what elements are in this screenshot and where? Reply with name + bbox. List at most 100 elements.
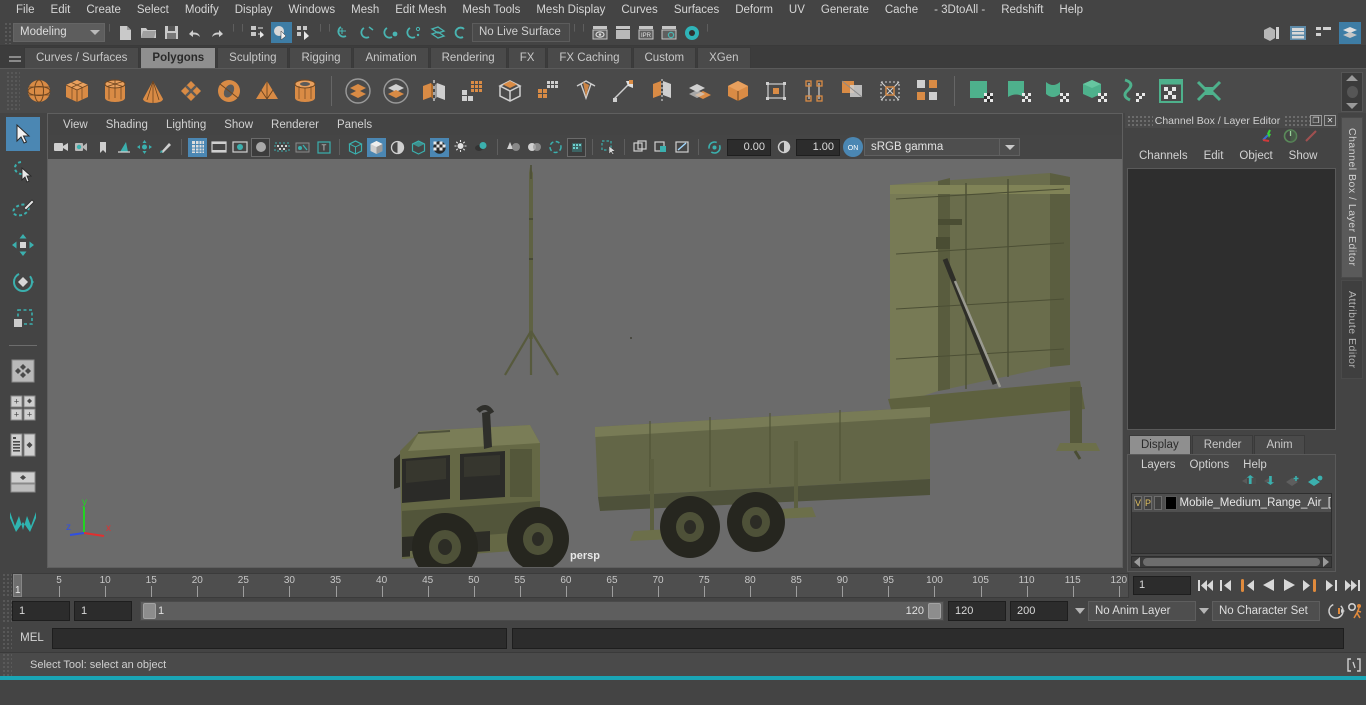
- 2d-pan-zoom-icon[interactable]: [135, 138, 154, 157]
- help-line-grip[interactable]: [2, 652, 12, 677]
- time-slider-grip[interactable]: [2, 573, 12, 597]
- layer-row[interactable]: V P Mobile_Medium_Range_Air_[: [1132, 494, 1331, 512]
- panel-grip[interactable]: [1127, 114, 1153, 127]
- scroll-up-icon[interactable]: [1346, 75, 1358, 81]
- shelf-tab-rigging[interactable]: Rigging: [289, 47, 353, 68]
- poly-sphere-icon[interactable]: [21, 73, 57, 109]
- current-frame-field[interactable]: 1: [1133, 575, 1191, 595]
- side-tab-channel-box-layer-editor[interactable]: Channel Box / Layer Editor: [1341, 117, 1363, 278]
- move-layer-up-icon[interactable]: [1241, 475, 1257, 490]
- move-layer-down-icon[interactable]: [1263, 475, 1279, 490]
- shelf-tab-rendering[interactable]: Rendering: [429, 47, 507, 68]
- poly-merge-icon[interactable]: [834, 73, 870, 109]
- uv-checker-icon[interactable]: [910, 73, 946, 109]
- xray-active-components-icon[interactable]: [631, 138, 650, 157]
- select-by-component-icon[interactable]: [294, 22, 315, 43]
- status-line-grip[interactable]: [4, 21, 13, 44]
- menu-set-selector[interactable]: Modeling: [13, 23, 105, 42]
- poly-plane-icon[interactable]: [173, 73, 209, 109]
- layer-tab-anim[interactable]: Anim: [1254, 435, 1305, 454]
- camera-attributes-icon[interactable]: [72, 138, 91, 157]
- channel-box-menu-channels[interactable]: Channels: [1131, 150, 1196, 162]
- step-forward-frame-icon[interactable]: [1300, 575, 1320, 595]
- shelf-tab-xgen[interactable]: XGen: [697, 47, 751, 68]
- panel-grip-right[interactable]: [1284, 114, 1310, 127]
- color-management-toggle-icon[interactable]: ON: [843, 137, 863, 157]
- menu-select[interactable]: Select: [129, 0, 177, 20]
- anim-end-field[interactable]: 200: [1010, 601, 1068, 621]
- channel-box-icon[interactable]: [1339, 22, 1361, 44]
- grease-pencil-icon[interactable]: [156, 138, 175, 157]
- menu-deform[interactable]: Deform: [727, 0, 781, 20]
- bookmark-icon[interactable]: [93, 138, 112, 157]
- range-bar[interactable]: 1 120: [140, 601, 944, 621]
- combine-icon[interactable]: [340, 73, 376, 109]
- sidebar-layout-icon[interactable]: [1261, 22, 1283, 44]
- shelf-tab-curves-surfaces[interactable]: Curves / Surfaces: [24, 47, 140, 68]
- shelf-grip[interactable]: [6, 71, 20, 111]
- close-icon[interactable]: ✕: [1324, 115, 1336, 126]
- shadows-icon[interactable]: [472, 138, 491, 157]
- select-by-hierarchy-icon[interactable]: [248, 22, 269, 43]
- snap-to-projected-center-icon[interactable]: [404, 22, 425, 43]
- panel-menu-shading[interactable]: Shading: [97, 115, 157, 135]
- menu-cache[interactable]: Cache: [877, 0, 926, 20]
- modeling-toolkit-icon[interactable]: [1303, 128, 1320, 147]
- channel-box-menu-object[interactable]: Object: [1231, 150, 1280, 162]
- scroll-down-icon[interactable]: [1346, 103, 1358, 109]
- scroll-thumb[interactable]: [1346, 86, 1358, 98]
- channel-box-menu-show[interactable]: Show: [1281, 150, 1326, 162]
- layer-visibility-toggle[interactable]: V: [1134, 496, 1143, 510]
- menu-modify[interactable]: Modify: [177, 0, 227, 20]
- use-all-lights-icon[interactable]: [451, 138, 470, 157]
- poly-pyramid-icon[interactable]: [249, 73, 285, 109]
- layer-list[interactable]: V P Mobile_Medium_Range_Air_[: [1131, 493, 1332, 554]
- anim-layer-field[interactable]: No Anim Layer: [1088, 601, 1196, 621]
- resolution-gate-icon[interactable]: [230, 138, 249, 157]
- mirror-geometry-icon[interactable]: [416, 73, 452, 109]
- uv-cylindrical-icon[interactable]: [1001, 73, 1037, 109]
- script-editor-icon[interactable]: [1345, 656, 1363, 674]
- scroll-right-icon[interactable]: [1323, 557, 1329, 567]
- open-scene-icon[interactable]: [138, 22, 159, 43]
- layout-quad-view[interactable]: [6, 428, 40, 462]
- menu-generate[interactable]: Generate: [813, 0, 877, 20]
- current-time-indicator[interactable]: 1: [13, 573, 22, 597]
- restore-icon[interactable]: ❐: [1310, 115, 1322, 126]
- film-origin-icon[interactable]: [272, 138, 291, 157]
- poly-pipe-icon[interactable]: [287, 73, 323, 109]
- scale-tool[interactable]: [6, 302, 40, 336]
- xray-icon[interactable]: [599, 138, 618, 157]
- time-slider[interactable]: 1 5 10 15 20 25 30 35 40 45 50 55 60 65 70 75 80 85 90 95 1…: [12, 572, 1129, 598]
- extrude-icon[interactable]: [530, 73, 566, 109]
- append-polygon-icon[interactable]: [796, 73, 832, 109]
- smooth-shade-icon[interactable]: [367, 137, 386, 157]
- menu-3dtoall[interactable]: - 3DtoAll -: [926, 0, 993, 20]
- panel-menu-view[interactable]: View: [54, 115, 97, 135]
- layer-horizontal-scrollbar[interactable]: [1131, 556, 1332, 568]
- last-tool-used[interactable]: [6, 354, 40, 388]
- layer-color-swatch[interactable]: [1164, 496, 1177, 510]
- character-set-field[interactable]: No Character Set: [1212, 601, 1320, 621]
- rotate-tool[interactable]: [6, 265, 40, 299]
- bridge-icon[interactable]: [758, 73, 794, 109]
- gpu-override-icon[interactable]: [673, 138, 692, 157]
- step-forward-keyframe-icon[interactable]: [1321, 575, 1341, 595]
- play-forwards-icon[interactable]: [1279, 575, 1299, 595]
- menu-curves[interactable]: Curves: [613, 0, 665, 20]
- gate-mask-icon[interactable]: [251, 137, 270, 157]
- scroll-left-icon[interactable]: [1134, 557, 1140, 567]
- layer-playback-toggle[interactable]: P: [1144, 496, 1153, 510]
- range-end-field[interactable]: 120: [948, 601, 1006, 621]
- textured-icon[interactable]: [409, 138, 428, 157]
- go-to-end-icon[interactable]: [1342, 575, 1362, 595]
- use-default-lighting-icon[interactable]: [430, 137, 449, 157]
- layer-tab-render[interactable]: Render: [1191, 435, 1254, 454]
- anim-start-field[interactable]: 1: [12, 601, 70, 621]
- layer-menu-layers[interactable]: Layers: [1134, 459, 1183, 471]
- uv-planar-icon[interactable]: [963, 73, 999, 109]
- uv-unfold-icon[interactable]: [1115, 73, 1151, 109]
- step-back-keyframe-icon[interactable]: [1216, 575, 1236, 595]
- scroll-thumb[interactable]: [1143, 558, 1320, 566]
- separate-icon[interactable]: [378, 73, 414, 109]
